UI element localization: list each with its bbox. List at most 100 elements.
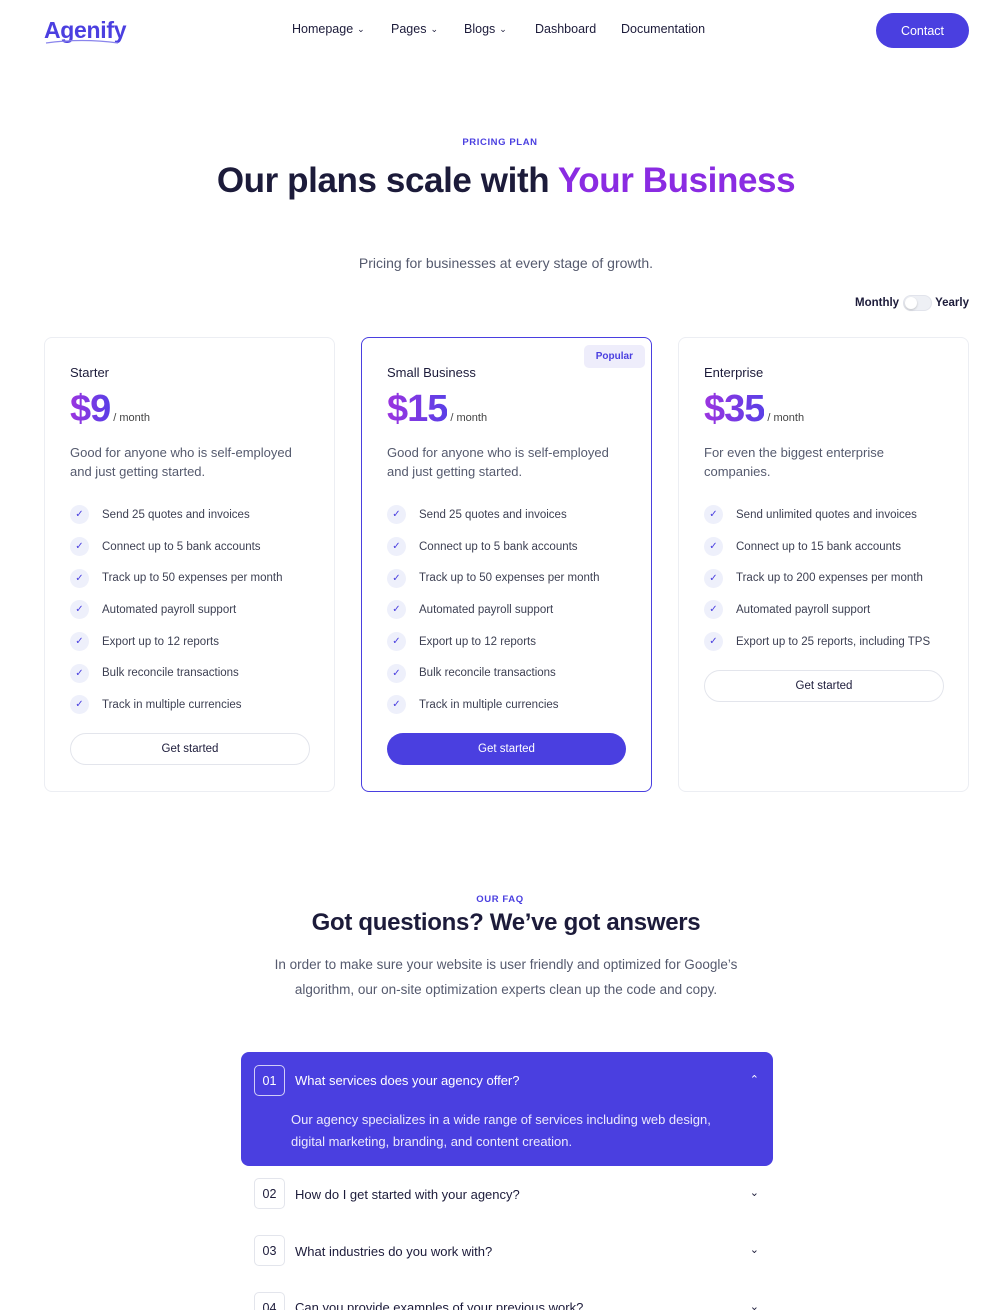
feature-label: Bulk reconcile transactions: [102, 667, 239, 680]
chevron-down-icon: ⌄: [357, 23, 365, 34]
feature-label: Export up to 25 reports, including TPS: [736, 635, 931, 648]
check-icon: ✓: [70, 663, 89, 683]
pricing-title: Our plans scale with Your Business: [0, 160, 1000, 202]
price-period: / month: [450, 412, 488, 424]
feature-item: ✓ Automated payroll support: [70, 594, 282, 626]
check-icon: ✓: [70, 632, 89, 652]
price-amount: $9: [70, 388, 111, 430]
get-started-button-small-business[interactable]: Get started: [387, 733, 626, 765]
faq-item-3[interactable]: 03 What industries do you work with? ⌄: [241, 1235, 773, 1269]
popular-badge: Popular: [583, 345, 645, 368]
feature-item: ✓ Track in multiple currencies: [387, 689, 599, 721]
faq-subtitle: In order to make sure your website is us…: [274, 957, 738, 997]
feature-item: ✓ Bulk reconcile transactions: [387, 657, 599, 689]
chevron-down-icon[interactable]: ⌄: [750, 1300, 759, 1310]
feature-label: Track in multiple currencies: [102, 698, 242, 711]
nav-item-label: Dashboard: [535, 22, 597, 36]
chevron-down-icon[interactable]: ⌄: [750, 1186, 759, 1199]
nav-item-pages[interactable]: Pages ⌄: [391, 22, 464, 36]
billing-yearly-label[interactable]: Yearly: [935, 297, 969, 309]
check-icon: ✓: [704, 632, 723, 652]
feature-item: ✓ Track up to 50 expenses per month: [70, 562, 282, 594]
check-icon: ✓: [704, 568, 723, 588]
plan-description: Good for anyone who is self-employed and…: [70, 445, 292, 479]
pricing-subtitle: Pricing for businesses at every stage of…: [358, 255, 654, 271]
faq-question: What services does your agency offer?: [295, 1073, 520, 1088]
check-icon: ✓: [387, 695, 406, 715]
plan-price: $9 / month: [70, 388, 150, 431]
nav-item-blogs[interactable]: Blogs ⌄: [464, 22, 535, 36]
feature-item: ✓ Export up to 12 reports: [70, 626, 282, 658]
check-icon: ✓: [387, 663, 406, 683]
billing-monthly-label[interactable]: Monthly: [855, 297, 899, 309]
nav-item-dashboard[interactable]: Dashboard: [535, 22, 621, 36]
plan-price: $35 / month: [704, 388, 804, 431]
feature-label: Automated payroll support: [736, 603, 871, 616]
faq-number: 03: [254, 1235, 285, 1266]
feature-item: ✓ Bulk reconcile transactions: [70, 657, 282, 689]
feature-item: ✓ Track up to 50 expenses per month: [387, 562, 599, 594]
feature-item: ✓ Send unlimited quotes and invoices: [704, 499, 930, 531]
feature-item: ✓ Connect up to 5 bank accounts: [387, 531, 599, 563]
faq-question: What industries do you work with?: [295, 1244, 493, 1259]
nav-item-documentation[interactable]: Documentation: [621, 22, 705, 36]
check-icon: ✓: [387, 537, 406, 557]
feature-label: Automated payroll support: [419, 603, 554, 616]
pricing-eyebrow: PRICING PLAN: [462, 137, 538, 148]
feature-label: Export up to 12 reports: [419, 635, 536, 648]
get-started-button-starter[interactable]: Get started: [70, 733, 310, 765]
chevron-down-icon[interactable]: ⌄: [750, 1243, 759, 1256]
price-period: / month: [113, 412, 150, 424]
feature-list: ✓ Send 25 quotes and invoices ✓ Connect up…: [387, 499, 599, 721]
chevron-up-icon[interactable]: ⌃: [750, 1073, 759, 1086]
plan-name: Small Business: [387, 365, 476, 380]
top-navbar: Agenify Homepage ⌄ Pages ⌄ Blogs ⌄ Dashb…: [0, 0, 1000, 62]
price-period: / month: [767, 412, 805, 424]
feature-label: Track up to 50 expenses per month: [102, 572, 283, 585]
feature-item: ✓ Connect up to 5 bank accounts: [70, 531, 282, 563]
feature-item: ✓ Automated payroll support: [704, 594, 930, 626]
plan-name: Enterprise: [704, 365, 764, 380]
faq-item-4[interactable]: 04 Can you provide examples of your prev…: [241, 1292, 773, 1310]
check-icon: ✓: [70, 568, 89, 588]
price-amount: $35: [704, 388, 765, 430]
price-amount: $15: [387, 388, 448, 430]
faq-item-1[interactable]: 01 What services does your agency offer?…: [241, 1052, 773, 1166]
feature-label: Send 25 quotes and invoices: [419, 508, 567, 521]
feature-item: ✓ Send 25 quotes and invoices: [387, 499, 599, 531]
nav-item-label: Pages: [391, 22, 427, 36]
plan-description: Good for anyone who is self-employed and…: [387, 445, 609, 479]
feature-item: ✓ Export up to 25 reports, including TPS: [704, 626, 930, 658]
feature-item: ✓ Track in multiple currencies: [70, 689, 282, 721]
contact-button[interactable]: Contact: [876, 13, 969, 48]
feature-label: Connect up to 5 bank accounts: [419, 540, 578, 553]
nav-item-label: Blogs: [464, 22, 496, 36]
check-icon: ✓: [70, 505, 89, 525]
feature-item: ✓ Send 25 quotes and invoices: [70, 499, 282, 531]
main-nav: Homepage ⌄ Pages ⌄ Blogs ⌄ Dashboard Doc…: [292, 22, 705, 36]
check-icon: ✓: [70, 695, 89, 715]
check-icon: ✓: [387, 632, 406, 652]
feature-label: Export up to 12 reports: [102, 635, 219, 648]
check-icon: ✓: [387, 505, 406, 525]
plan-description: For even the biggest enterprise companie…: [704, 445, 884, 479]
faq-number: 01: [254, 1065, 285, 1096]
chevron-down-icon: ⌄: [499, 23, 507, 34]
feature-label: Send unlimited quotes and invoices: [736, 508, 917, 521]
feature-item: ✓ Track up to 200 expenses per month: [704, 562, 930, 594]
billing-switch[interactable]: [903, 295, 933, 311]
pricing-card-small-business: Popular Small Business $15 / month Good …: [361, 337, 652, 792]
plan-price: $15 / month: [387, 388, 487, 431]
feature-label: Bulk reconcile transactions: [419, 667, 556, 680]
nav-item-label: Homepage: [292, 22, 354, 36]
feature-label: Track up to 200 expenses per month: [736, 572, 923, 585]
get-started-button-enterprise[interactable]: Get started: [704, 670, 944, 702]
faq-number: 04: [254, 1292, 285, 1310]
faq-question: How do I get started with your agency?: [295, 1187, 520, 1202]
billing-toggle: Monthly Yearly: [855, 295, 969, 311]
billing-switch-knob: [905, 297, 918, 309]
faq-item-2[interactable]: 02 How do I get started with your agency…: [241, 1178, 773, 1212]
plan-name: Starter: [70, 365, 110, 380]
chevron-down-icon: ⌄: [430, 23, 438, 34]
nav-item-homepage[interactable]: Homepage ⌄: [292, 22, 391, 36]
